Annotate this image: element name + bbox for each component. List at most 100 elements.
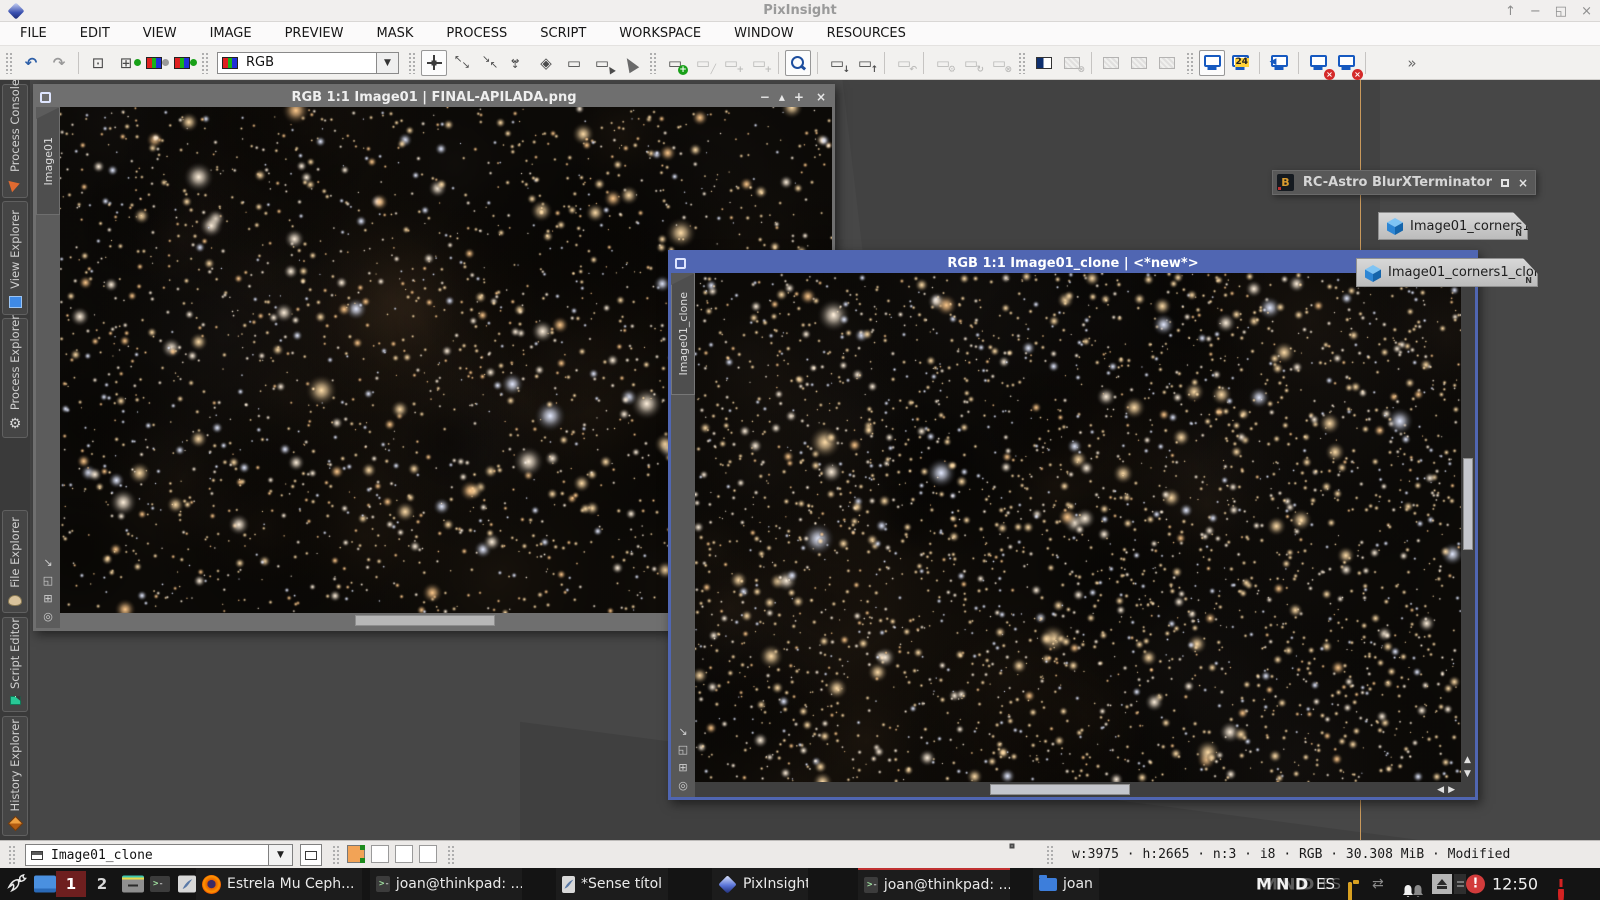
menu-mask[interactable]: MASK	[376, 26, 413, 41]
clock[interactable]: 12:50	[1492, 875, 1538, 894]
color-management-button[interactable]: 24	[1227, 50, 1253, 76]
sidebar-tab-history-explorer[interactable]: History Explorer	[2, 716, 28, 836]
restore-icon[interactable]: ◱	[1555, 4, 1567, 19]
taskbar-task-file-manager[interactable]: joan	[1033, 868, 1099, 900]
color-spaces-button[interactable]	[141, 50, 167, 76]
horizontal-scrollbar[interactable]: ◀ ▶	[695, 782, 1461, 797]
scroll-up-icon[interactable]: ▲	[1464, 755, 1471, 765]
image-close-button[interactable]: ▭⊗	[986, 50, 1012, 76]
show-desktop-icon[interactable]	[34, 876, 56, 893]
scrollbar-thumb[interactable]	[1463, 458, 1473, 550]
taskbar-task-firefox[interactable]: Estrela Mu Ceph...	[196, 868, 362, 900]
statusbar-drag-handle[interactable]	[1046, 845, 1053, 865]
sidebar-tab-view-explorer[interactable]: View Explorer	[2, 201, 28, 315]
track-view-button[interactable]	[421, 50, 447, 76]
network-arrows-icon[interactable]: ⇄	[1372, 876, 1384, 892]
toolbar-overflow-button[interactable]: »	[1399, 50, 1425, 76]
scrollbar-thumb[interactable]	[355, 615, 495, 626]
view-properties-button[interactable]	[300, 844, 322, 866]
view-tab-image01-clone[interactable]: Image01_clone	[671, 273, 695, 395]
undo-image-button[interactable]: ▭↶	[891, 50, 917, 76]
window-menu-bird-icon[interactable]	[6, 872, 30, 896]
clipboard-tray-icon[interactable]	[1348, 882, 1352, 900]
toolbar-drag-handle[interactable]	[649, 52, 656, 74]
archive-launcher-icon[interactable]	[122, 876, 144, 893]
center-view-icon[interactable]: ◎	[43, 611, 53, 622]
edit-selection-button[interactable]: ▭▲	[589, 50, 615, 76]
toolbar-drag-handle[interactable]	[201, 52, 208, 74]
chevron-down-icon[interactable]: ▼	[268, 845, 292, 865]
new-image-button[interactable]: ⊞	[113, 50, 139, 76]
tray-panel-icon[interactable]	[1454, 874, 1466, 894]
close-icon[interactable]: ×	[1581, 4, 1592, 19]
taskbar-task-sense-titol[interactable]: *Sense títol	[556, 868, 668, 900]
sidebar-tab-file-explorer[interactable]: File Explorer	[2, 510, 28, 613]
dock-icon[interactable]	[1501, 179, 1509, 187]
terminal-launcher-icon[interactable]: >-	[150, 876, 170, 892]
chevron-down-icon[interactable]: ▼	[376, 53, 398, 73]
restore-swap-file-button[interactable]: ▭↑	[852, 50, 878, 76]
tile-view-icon[interactable]: ⊞	[678, 762, 687, 773]
sidebar-tab-process-console[interactable]: Process Console	[2, 84, 28, 198]
select-mask-button[interactable]	[1126, 50, 1152, 76]
scrollbar-thumb[interactable]	[990, 784, 1130, 795]
taskbar-task-pixinsight[interactable]: PixInsight	[712, 868, 808, 900]
workspace-thumbnail-4[interactable]	[419, 845, 437, 863]
new-rect-selection-button[interactable]: ▭	[561, 50, 587, 76]
image-settings-button[interactable]: ▭⚙	[930, 50, 956, 76]
image-window-titlebar[interactable]: RGB 1:1 Image01 | FINAL-APILADA.png − ▴ …	[36, 87, 832, 107]
iconized-view-image01-corners1-clone[interactable]: Image01_corners1_clone N	[1356, 258, 1538, 287]
undo-button[interactable]: ↶	[18, 50, 44, 76]
keep-on-top-icon[interactable]: ↑	[1505, 4, 1516, 19]
menu-resources[interactable]: RESOURCES	[827, 26, 906, 41]
text-editor-launcher-icon[interactable]	[178, 876, 196, 893]
zoom-tool-button[interactable]	[785, 50, 811, 76]
sidebar-tab-process-explorer[interactable]: Process Explorer ⚙	[2, 318, 28, 438]
toolbar-drag-handle[interactable]	[408, 52, 415, 74]
scroll-down-icon[interactable]: ▼	[1464, 769, 1471, 779]
close-icon[interactable]: ×	[1518, 176, 1528, 190]
center-view-icon[interactable]: ◎	[678, 780, 688, 791]
zoom-mode-icon[interactable]: ↘	[43, 557, 52, 568]
remove-mask-button[interactable]	[1154, 50, 1180, 76]
new-preview-button[interactable]: ▭+	[662, 50, 688, 76]
taskbar-task-terminal-1[interactable]: >- joan@thinkpad: ...	[370, 868, 522, 900]
rename-view-button[interactable]: ⊡	[85, 50, 111, 76]
zoom-mode-icon[interactable]: ↘	[678, 726, 687, 737]
menu-window[interactable]: WINDOW	[734, 26, 794, 41]
menu-view[interactable]: VIEW	[143, 26, 177, 41]
enable-mask-button[interactable]: ⊗	[1059, 50, 1085, 76]
edit-preview-button[interactable]: ▭╱	[690, 50, 716, 76]
taskbar-task-terminal-2[interactable]: >- joan@thinkpad: ...	[858, 868, 1010, 900]
fit-view-icon[interactable]: ◱	[678, 744, 688, 755]
reset-stf-button[interactable]: ×	[1305, 50, 1331, 76]
toolbar-drag-handle[interactable]	[5, 52, 12, 74]
pan-mode-button[interactable]: ↔↕	[505, 50, 531, 76]
scroll-left-icon[interactable]: ◀	[1437, 785, 1444, 795]
sidebar-tab-script-editor[interactable]: Script Editor	[2, 617, 28, 712]
workspace-button-1[interactable]: 1	[56, 871, 86, 897]
disable-stf-button[interactable]: ×	[1333, 50, 1359, 76]
workspace-thumbnail-1[interactable]	[347, 845, 365, 863]
menu-image[interactable]: IMAGE	[210, 26, 252, 41]
alert-notification-icon[interactable]: !	[1466, 875, 1485, 894]
menu-workspace[interactable]: WORKSPACE	[619, 26, 701, 41]
save-swap-file-button[interactable]: ▭↓	[824, 50, 850, 76]
statusbar-drag-handle[interactable]	[8, 845, 15, 865]
clone-preview-button[interactable]: ▭+	[718, 50, 744, 76]
menu-edit[interactable]: EDIT	[80, 26, 110, 41]
shade-icon[interactable]: ▴	[779, 90, 785, 104]
toolbar-drag-handle[interactable]	[1018, 52, 1025, 74]
image-refresh-button[interactable]: ▭↻	[958, 50, 984, 76]
show-mask-button[interactable]	[1031, 50, 1057, 76]
minimize-icon[interactable]: −	[760, 90, 770, 104]
tile-view-icon[interactable]: ⊞	[43, 593, 52, 604]
iconized-view-image01-corners1[interactable]: Image01_corners1 N	[1378, 212, 1528, 240]
statusbar-drag-handle[interactable]	[447, 845, 454, 865]
image-window-titlebar[interactable]: RGB 1:1 Image01_clone | <*new*> − ▴	[671, 253, 1475, 273]
app-titlebar[interactable]: PixInsight ↑ − ◱ ×	[0, 0, 1600, 22]
navigator-button[interactable]: ◈	[533, 50, 559, 76]
extract-preview-button[interactable]: ▭+	[746, 50, 772, 76]
scroll-right-icon[interactable]: ▶	[1448, 785, 1455, 795]
workspace-button-2[interactable]: 2	[90, 871, 114, 897]
